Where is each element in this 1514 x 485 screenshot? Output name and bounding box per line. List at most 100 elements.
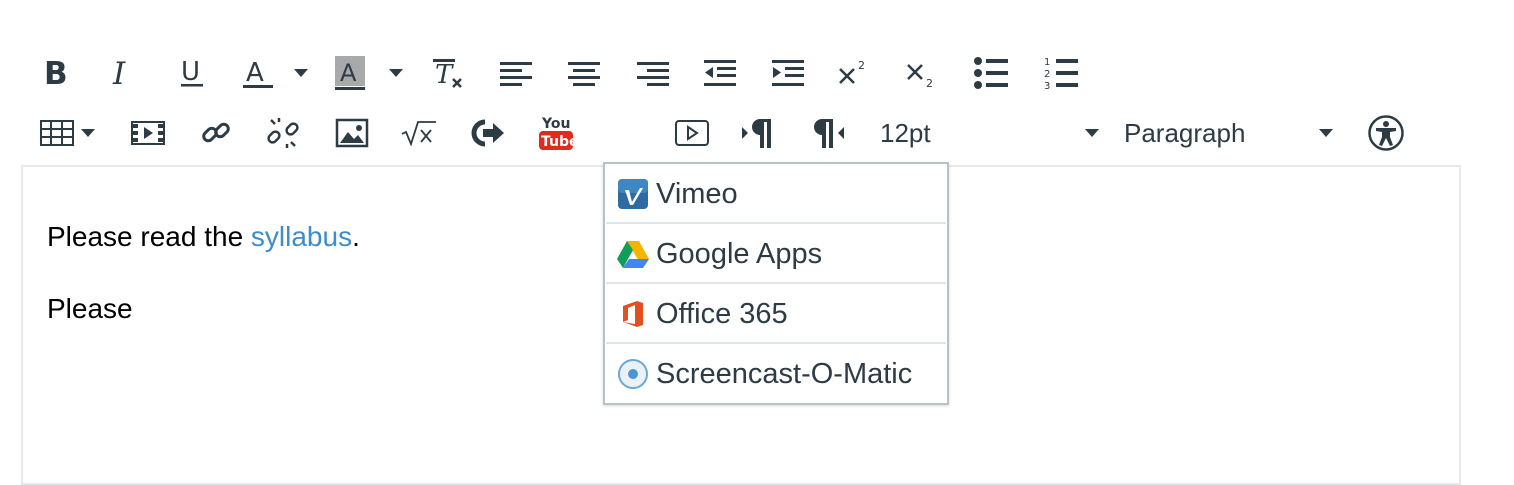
numbered-list-icon: 123 — [1044, 57, 1078, 90]
align-center-icon — [568, 62, 600, 86]
align-left-icon — [500, 62, 532, 86]
menu-item-office-365[interactable]: Office 365 — [606, 286, 946, 344]
bullet-list-button[interactable] — [973, 48, 1009, 98]
rtl-paragraph-icon — [814, 119, 844, 148]
svg-text:You: You — [541, 116, 570, 132]
ltr-paragraph-icon — [742, 119, 771, 148]
caret-down-icon — [1319, 129, 1333, 137]
record-media-button[interactable] — [673, 108, 711, 158]
align-right-icon — [637, 62, 669, 86]
text-color-dropdown[interactable] — [290, 48, 312, 98]
indent-button[interactable] — [770, 48, 806, 98]
background-color-dropdown[interactable] — [385, 48, 407, 98]
toolbar-row-formatting: B I U A A T 2 2 1 2 3 — [0, 48, 1514, 98]
accessibility-icon — [1368, 115, 1404, 151]
menu-item-label: Screencast-O-Matic — [656, 357, 913, 390]
screencast-icon — [616, 357, 650, 391]
background-color-icon: A — [335, 56, 365, 90]
italic-button[interactable]: I — [108, 48, 138, 98]
indent-icon — [772, 60, 804, 86]
numbered-list-button[interactable]: 123 — [1043, 48, 1079, 98]
remove-link-button[interactable] — [265, 108, 301, 158]
youtube-icon: You Tube — [539, 116, 574, 150]
bullet-list-icon — [974, 57, 1008, 89]
caret-down-icon — [81, 129, 95, 137]
table-dropdown[interactable] — [78, 108, 98, 158]
caret-down-icon — [294, 69, 308, 77]
outdent-button[interactable] — [702, 48, 738, 98]
menu-item-label: Vimeo — [656, 177, 738, 210]
svg-text:Tube: Tube — [541, 134, 574, 150]
align-center-button[interactable] — [566, 48, 602, 98]
insert-image-button[interactable] — [334, 108, 370, 158]
svg-text:2: 2 — [926, 77, 933, 89]
outdent-icon — [704, 60, 736, 86]
table-button[interactable] — [38, 108, 76, 158]
svg-text:T: T — [435, 60, 454, 90]
play-box-icon — [675, 120, 709, 146]
menu-item-vimeo[interactable]: Vimeo — [606, 166, 946, 224]
left-to-right-button[interactable] — [740, 108, 776, 158]
svg-text:A: A — [246, 58, 264, 88]
table-icon — [40, 120, 74, 146]
font-size-select[interactable]: 12pt — [880, 108, 1100, 158]
font-size-value: 12pt — [880, 117, 931, 148]
menu-item-label: Office 365 — [656, 297, 788, 330]
editor-paragraph: Please read the syllabus. — [47, 221, 360, 253]
square-root-icon — [401, 121, 436, 147]
svg-text:B: B — [44, 57, 68, 89]
paragraph-text: Please read the — [47, 221, 251, 252]
youtube-button[interactable]: You Tube — [537, 108, 575, 158]
insert-media-button[interactable] — [130, 108, 166, 158]
paragraph-text: Please — [47, 293, 133, 324]
svg-text:2: 2 — [1044, 69, 1050, 80]
image-icon — [335, 118, 369, 148]
bold-button[interactable]: B — [40, 48, 72, 98]
block-format-value: Paragraph — [1124, 117, 1246, 148]
lti-tools-menu: Vimeo Google Apps Office 365 Screencast-… — [603, 162, 949, 405]
clear-formatting-icon: T — [433, 59, 462, 90]
svg-text:3: 3 — [1044, 81, 1050, 90]
unlink-icon — [267, 118, 299, 148]
insert-math-button[interactable] — [400, 108, 438, 158]
svg-text:U: U — [181, 57, 200, 87]
accessibility-checker-button[interactable] — [1366, 108, 1406, 158]
insert-link-button[interactable] — [198, 108, 234, 158]
vimeo-icon — [616, 177, 650, 211]
underline-icon: U — [181, 57, 203, 87]
menu-item-label: Google Apps — [656, 237, 823, 270]
superscript-button[interactable]: 2 — [836, 48, 870, 98]
underline-button[interactable]: U — [176, 48, 208, 98]
superscript-icon: 2 — [839, 59, 865, 84]
menu-item-google-apps[interactable]: Google Apps — [606, 226, 946, 284]
svg-text:1: 1 — [1044, 57, 1050, 68]
syllabus-link[interactable]: syllabus — [251, 221, 352, 252]
caret-down-icon — [389, 69, 403, 77]
align-left-button[interactable] — [498, 48, 534, 98]
background-color-button[interactable]: A — [330, 48, 370, 98]
italic-icon: I — [112, 57, 126, 89]
text-color-button[interactable]: A — [238, 48, 278, 98]
svg-text:2: 2 — [858, 59, 865, 72]
right-to-left-button[interactable] — [810, 108, 846, 158]
subscript-button[interactable]: 2 — [904, 48, 938, 98]
paragraph-punctuation: . — [352, 221, 360, 252]
menu-item-screencast-o-matic[interactable]: Screencast-O-Matic — [606, 346, 946, 402]
editor-paragraph: Please — [47, 293, 133, 325]
svg-text:A: A — [340, 59, 357, 87]
svg-text:I: I — [112, 57, 126, 89]
caret-down-icon — [1085, 129, 1099, 137]
text-color-icon: A — [243, 58, 273, 88]
subscript-icon: 2 — [907, 64, 933, 89]
embed-button[interactable] — [470, 108, 506, 158]
google-drive-icon — [616, 237, 650, 271]
office365-icon — [616, 297, 650, 331]
toolbar-row-insert: You Tube 12pt Paragraph — [0, 108, 1514, 260]
align-right-button[interactable] — [635, 48, 671, 98]
block-format-select[interactable]: Paragraph — [1124, 108, 1334, 158]
link-icon — [202, 122, 230, 143]
bold-icon: B — [44, 57, 68, 89]
film-icon — [131, 121, 165, 145]
clear-formatting-button[interactable]: T — [428, 48, 468, 98]
embed-arrow-icon — [471, 119, 504, 147]
